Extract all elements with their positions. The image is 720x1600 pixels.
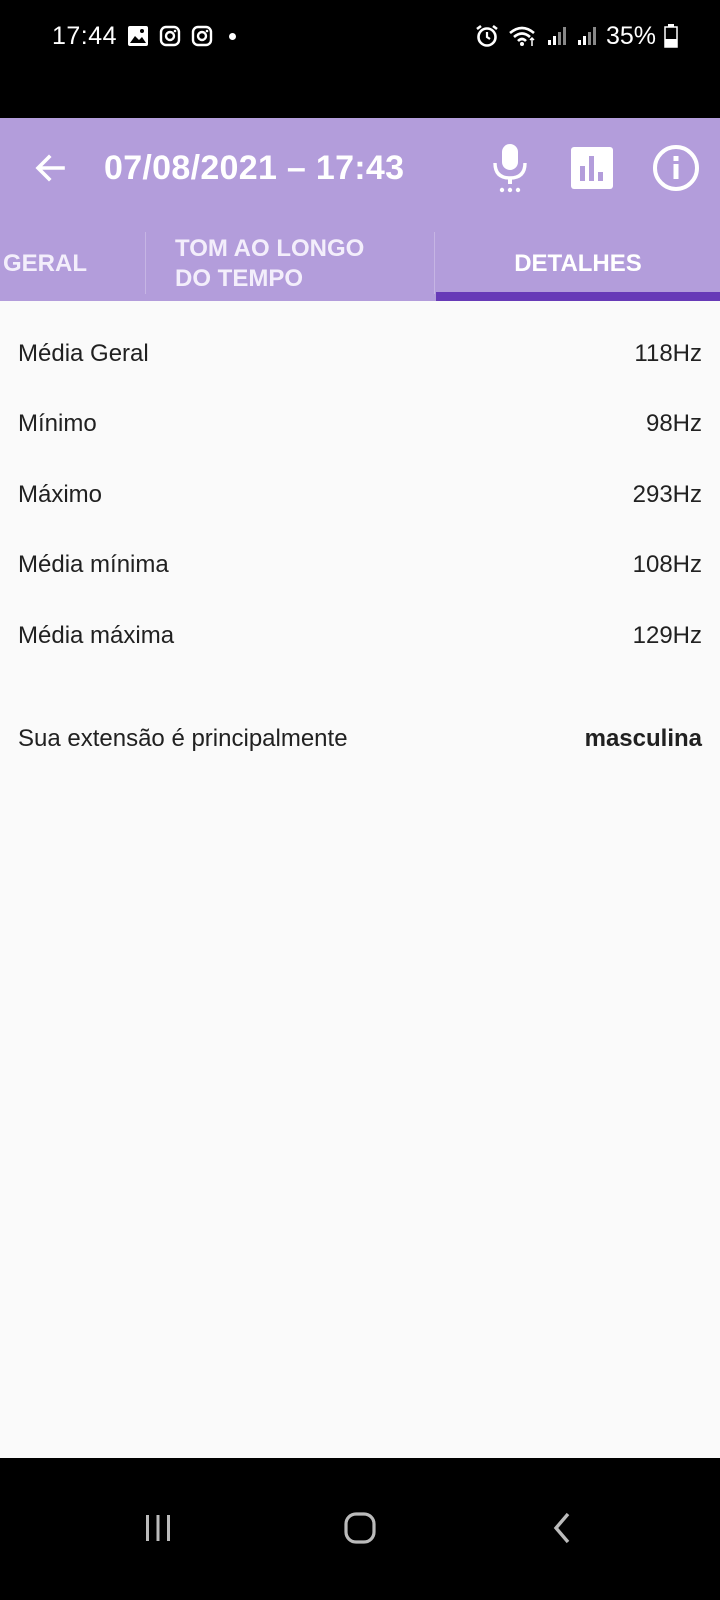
tab-tom-label-line2: DO TEMPO	[175, 264, 304, 292]
battery-icon	[664, 24, 678, 48]
tab-detalhes[interactable]: DETALHES	[436, 226, 720, 301]
image-icon	[127, 25, 149, 47]
chart-button[interactable]	[566, 142, 618, 194]
range-summary-value: masculina	[584, 725, 702, 752]
app-bar: 07/08/2021 – 17:43	[0, 118, 720, 226]
record-button[interactable]	[484, 142, 536, 194]
tab-divider	[434, 232, 435, 294]
tab-geral-label: GERAL	[3, 249, 87, 277]
detail-label: Mínimo	[18, 410, 97, 437]
instagram-icon	[191, 25, 213, 47]
selected-tab-indicator	[436, 292, 720, 301]
info-icon	[653, 145, 699, 191]
detail-row-minimo: Mínimo 98Hz	[18, 404, 702, 444]
alarm-icon	[474, 23, 500, 49]
back-icon	[553, 1512, 570, 1544]
tab-tom-label-line1: TOM AO LONGO	[175, 234, 365, 262]
detail-value: 129Hz	[632, 622, 702, 649]
status-left: 17:44	[52, 20, 237, 52]
notification-dot	[229, 32, 237, 40]
status-time: 17:44	[52, 21, 118, 50]
screen: 17:44 35% 07/08/2021 – 17:43 GERAL TOM A…	[0, 0, 720, 1600]
battery-percent: 35%	[605, 21, 656, 50]
home-icon	[344, 1512, 376, 1544]
range-summary-row: Sua extensão é principalmente masculina	[18, 719, 702, 759]
detail-label: Média máxima	[18, 622, 175, 649]
status-right: 35%	[474, 20, 678, 52]
arrow-left-icon	[35, 154, 65, 182]
back-button[interactable]	[26, 144, 74, 192]
details-panel: Média Geral 118Hz Mínimo 98Hz Máximo 293…	[0, 301, 720, 1458]
detail-label: Máximo	[18, 481, 103, 508]
tab-tom-ao-longo-do-tempo[interactable]: TOM AO LONGO DO TEMPO	[175, 226, 425, 301]
tab-divider	[145, 232, 146, 294]
signal-icon	[546, 25, 568, 47]
detail-value: 118Hz	[634, 340, 702, 367]
tab-bar: GERAL TOM AO LONGO DO TEMPO DETALHES	[0, 226, 720, 301]
detail-value: 293Hz	[632, 481, 702, 508]
instagram-icon	[159, 25, 181, 47]
detail-row-media-maxima: Média máxima 129Hz	[18, 616, 702, 656]
detail-label: Média Geral	[18, 340, 149, 367]
status-bar: 17:44 35%	[0, 0, 720, 118]
detail-value: 108Hz	[632, 551, 702, 578]
bar-chart-icon	[571, 147, 613, 189]
recent-apps-button[interactable]	[118, 1488, 198, 1568]
detail-row-media-geral: Média Geral 118Hz	[18, 334, 702, 374]
detail-label: Média mínima	[18, 551, 169, 578]
page-title: 07/08/2021 – 17:43	[104, 149, 405, 187]
home-button[interactable]	[320, 1488, 400, 1568]
wifi-icon	[508, 24, 538, 48]
system-nav-bar	[0, 1458, 720, 1600]
detail-value: 98Hz	[645, 410, 702, 437]
detail-row-maximo: Máximo 293Hz	[18, 475, 702, 515]
tab-geral[interactable]: GERAL	[3, 226, 143, 301]
recent-apps-icon	[146, 1515, 170, 1541]
signal-icon	[576, 25, 598, 47]
tab-tom-label: TOM AO LONGO DO TEMPO	[175, 234, 364, 294]
nav-back-button[interactable]	[522, 1488, 602, 1568]
range-summary-label: Sua extensão é principalmente	[18, 725, 348, 752]
tab-detalhes-label: DETALHES	[514, 249, 642, 277]
info-button[interactable]	[650, 142, 702, 194]
microphone-icon	[493, 144, 527, 193]
detail-row-media-minima: Média mínima 108Hz	[18, 545, 702, 585]
